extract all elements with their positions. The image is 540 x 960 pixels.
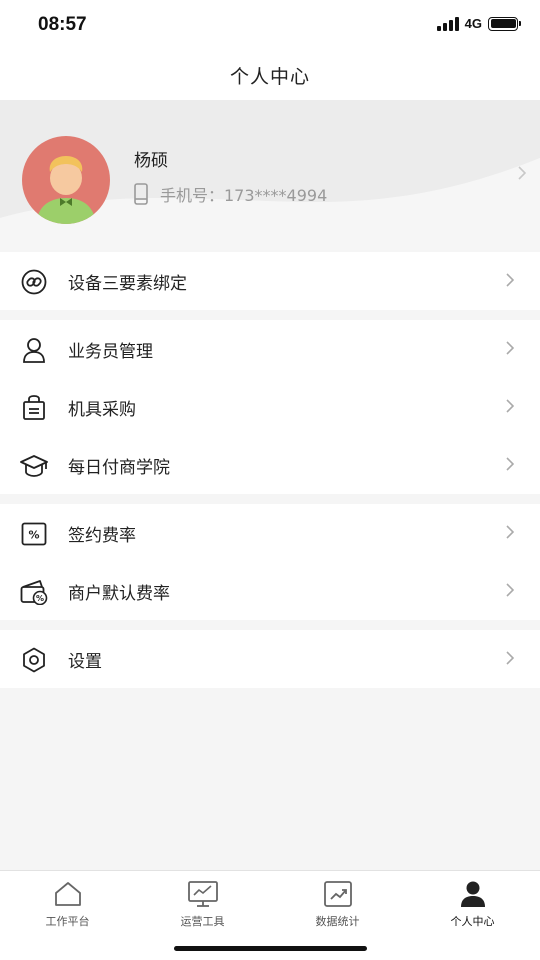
- tab-data-statistics[interactable]: 数据统计: [270, 879, 405, 929]
- svg-text:%: %: [36, 594, 44, 603]
- menu-item-label: 每日付商学院: [68, 457, 170, 478]
- tab-label: 运营工具: [180, 915, 225, 928]
- chevron-right-icon: [506, 399, 514, 413]
- chevron-right-icon: [506, 457, 514, 471]
- tab-label: 数据统计: [315, 915, 360, 928]
- tab-operations-tools[interactable]: 运营工具: [135, 879, 270, 929]
- page-title: 个人中心: [229, 65, 310, 88]
- profile-phone: 手机号：173****4994: [160, 186, 328, 205]
- menu-item-purchase[interactable]: 机具采购: [0, 378, 540, 436]
- tab-work-platform[interactable]: 工作平台: [0, 879, 135, 929]
- chevron-right-icon: [506, 341, 514, 355]
- menu-item-settings[interactable]: 设置: [0, 630, 540, 688]
- link-icon: [20, 268, 48, 296]
- menu-item-label: 签约费率: [68, 525, 136, 546]
- profile-phone-row: 手机号：173****4994: [134, 182, 327, 206]
- person-icon: [457, 879, 489, 909]
- profile-name: 杨硕: [134, 151, 168, 171]
- menu-item-label: 机具采购: [68, 399, 136, 420]
- chevron-right-icon: [506, 525, 514, 539]
- shopping-bag-icon: [20, 394, 48, 422]
- menu-item-device-binding[interactable]: 设备三要素绑定: [0, 252, 540, 310]
- monitor-icon: [187, 879, 219, 909]
- chevron-right-icon: [506, 273, 514, 287]
- tab-personal-center[interactable]: 个人中心: [405, 879, 540, 929]
- tab-label: 个人中心: [450, 915, 495, 928]
- menu-group-binding: 设备三要素绑定: [0, 252, 540, 310]
- tab-label: 工作平台: [45, 915, 90, 928]
- user-icon: [20, 336, 48, 364]
- svg-text:%: %: [28, 529, 39, 542]
- phone-icon: [134, 183, 148, 205]
- status-bar: 08:57 4G: [0, 0, 540, 50]
- chevron-right-icon: [506, 651, 514, 665]
- menu-item-label: 商户默认费率: [68, 583, 170, 604]
- menu-group-business: 业务员管理 机具采购 每日付商学院: [0, 320, 540, 494]
- menu-item-academy[interactable]: 每日付商学院: [0, 436, 540, 494]
- graduation-cap-icon: [20, 452, 48, 480]
- menu-item-merchant-rate[interactable]: % 商户默认费率: [0, 562, 540, 620]
- profile-card[interactable]: 杨硕 手机号：173****4994: [0, 100, 540, 250]
- avatar[interactable]: [22, 136, 110, 224]
- menu-group-rates: % 签约费率 % 商户默认费率: [0, 504, 540, 620]
- menu-item-contract-rate[interactable]: % 签约费率: [0, 504, 540, 562]
- battery-icon: [488, 16, 521, 31]
- chart-icon: [322, 879, 354, 909]
- chevron-right-icon: [518, 166, 526, 180]
- menu-item-label: 设备三要素绑定: [68, 273, 187, 294]
- home-icon: [52, 879, 84, 909]
- menu-group-settings: 设置: [0, 630, 540, 688]
- signal-icon: [436, 16, 459, 31]
- status-indicators: 4G: [436, 16, 521, 31]
- home-indicator[interactable]: [174, 946, 367, 951]
- wallet-percent-icon: %: [20, 578, 48, 606]
- chevron-right-icon: [506, 583, 514, 597]
- network-type: 4G: [464, 16, 482, 31]
- menu-item-salesperson[interactable]: 业务员管理: [0, 320, 540, 378]
- nav-header: 个人中心: [0, 50, 540, 100]
- menu-item-label: 业务员管理: [68, 341, 153, 362]
- status-time: 08:57: [38, 14, 87, 35]
- settings-hexagon-icon: [20, 646, 48, 674]
- menu-item-label: 设置: [68, 651, 102, 672]
- percent-icon: %: [20, 520, 48, 548]
